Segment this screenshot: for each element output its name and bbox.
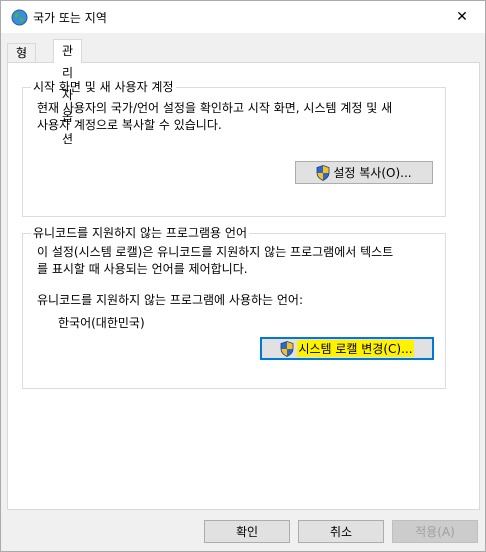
globe-icon: [11, 9, 28, 26]
description-line: 를 표시할 때 사용되는 언어를 제어합니다.: [37, 262, 248, 276]
group-title: 시작 화면 및 새 사용자 계정: [31, 79, 176, 95]
tab-formats[interactable]: 형식: [7, 43, 37, 78]
close-icon: ✕: [456, 9, 468, 25]
region-dialog: 국가 또는 지역 ✕ 형식 관리자 옵션 시작 화면 및 새 사용자 계정 현재…: [0, 0, 486, 552]
close-button[interactable]: ✕: [439, 1, 485, 33]
ok-button[interactable]: 확인: [204, 520, 290, 543]
apply-button[interactable]: 적용(A): [392, 520, 478, 543]
apply-label: 적용(A): [415, 525, 455, 539]
group-title: 유니코드를 지원하지 않는 프로그램용 언어: [31, 225, 249, 241]
tab-administrative[interactable]: 관리자 옵션: [53, 39, 83, 146]
window-title: 국가 또는 지역: [33, 11, 107, 25]
welcome-screen-group: 시작 화면 및 새 사용자 계정 현재 사용자의 국가/언어 설정을 확인하고 …: [22, 79, 446, 217]
copy-settings-button[interactable]: 설정 복사(O)...: [295, 161, 433, 184]
non-unicode-group: 유니코드를 지원하지 않는 프로그램용 언어 이 설정(시스템 로캘)은 유니코…: [22, 225, 446, 389]
uac-shield-icon: [316, 164, 330, 181]
change-system-locale-label: 시스템 로캘 변경(C)...: [297, 340, 414, 357]
cancel-label: 취소: [329, 525, 353, 539]
description-line: 이 설정(시스템 로캘)은 유니코드를 지원하지 않는 프로그램에서 텍스트: [37, 245, 394, 259]
description-line: 현재 사용자의 국가/언어 설정을 확인하고 시작 화면, 시스템 계정 및 새: [37, 101, 393, 115]
ok-label: 확인: [235, 525, 259, 539]
tab-panel-administrative: 시작 화면 및 새 사용자 계정 현재 사용자의 국가/언어 설정을 확인하고 …: [7, 62, 480, 510]
current-language-label: 유니코드를 지원하지 않는 프로그램에 사용하는 언어:: [37, 293, 303, 307]
uac-shield-icon: [281, 340, 294, 357]
current-language-value: 한국어(대한민국): [58, 316, 145, 330]
cancel-button[interactable]: 취소: [298, 520, 384, 543]
title-bar: 국가 또는 지역 ✕: [1, 1, 485, 33]
copy-settings-label: 설정 복사(O)...: [333, 166, 412, 180]
change-system-locale-button[interactable]: 시스템 로캘 변경(C)...: [260, 337, 434, 360]
